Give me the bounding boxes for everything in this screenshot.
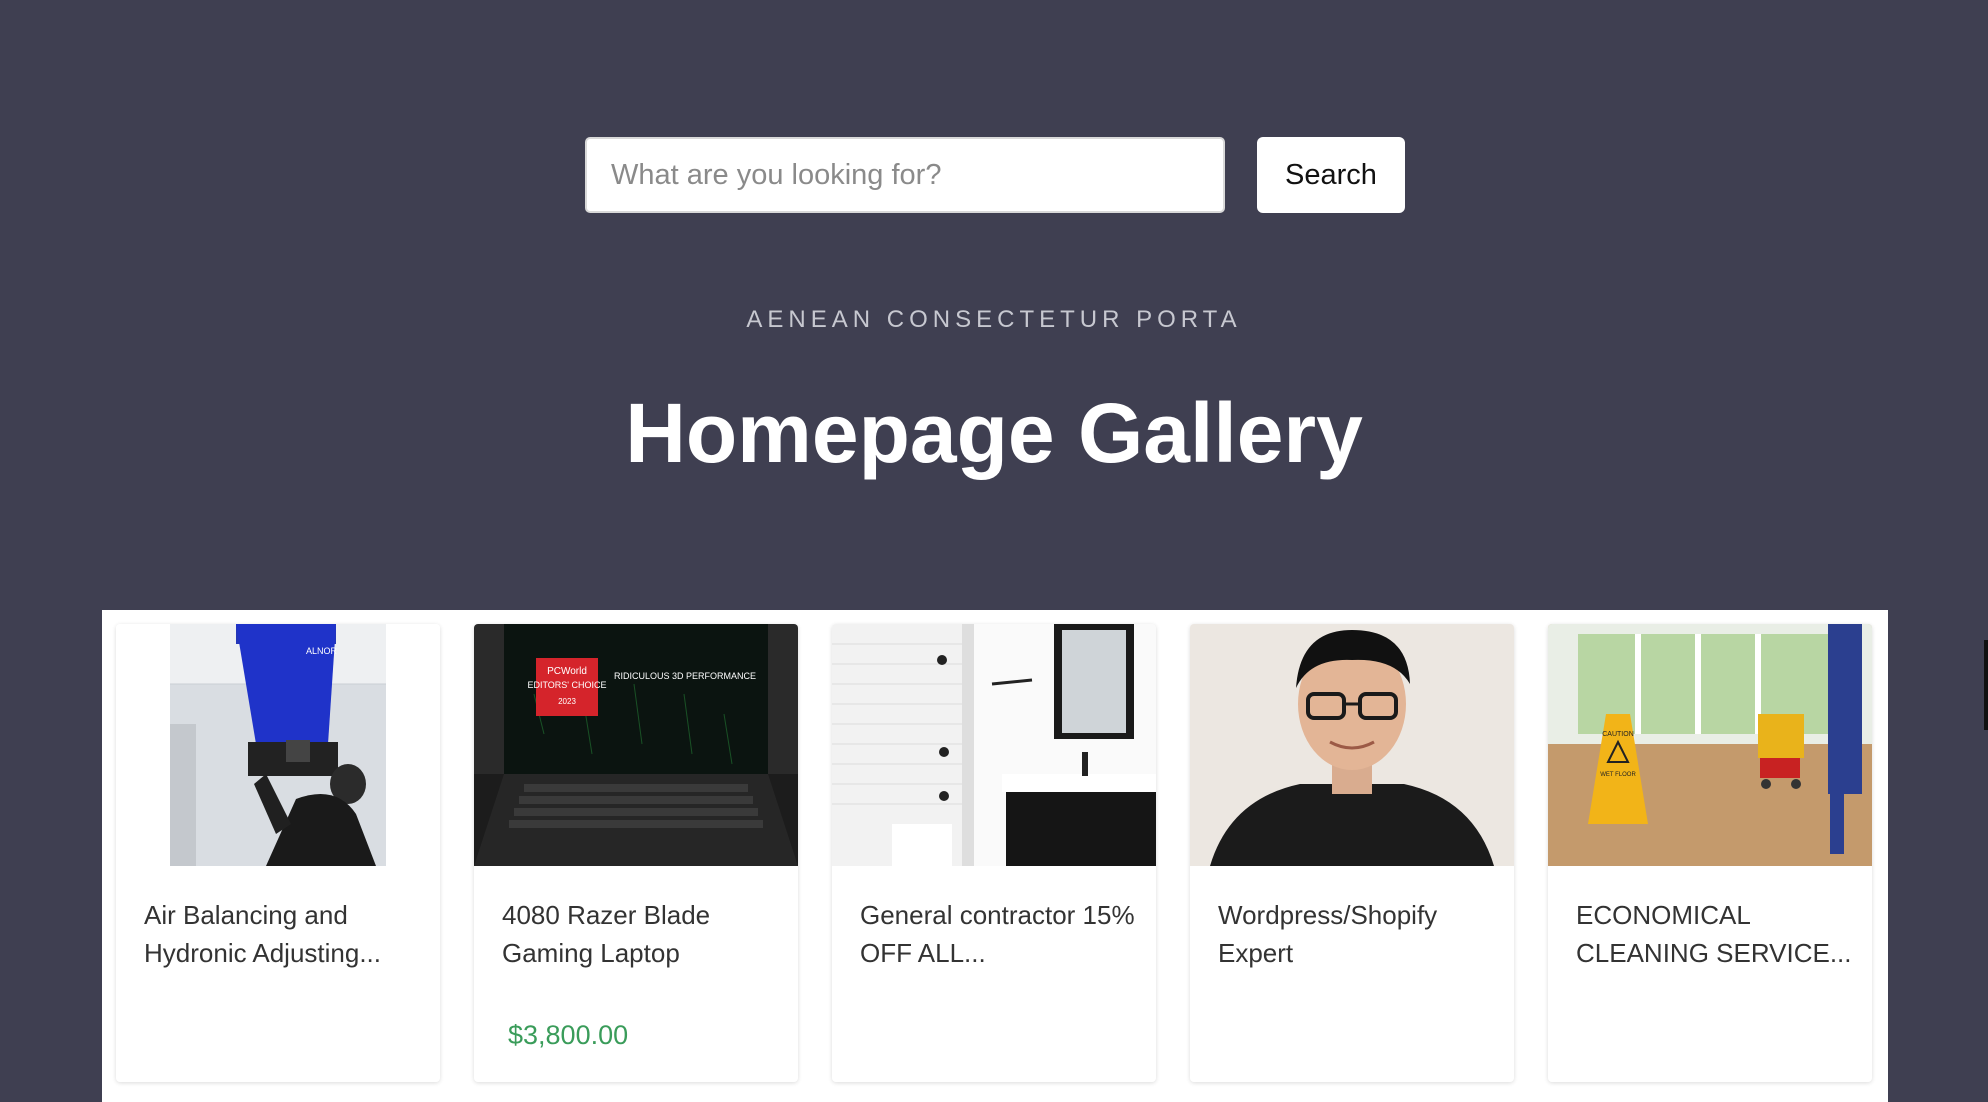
- gallery-cards: ALNOR Air Balancing and Hydronic Adjusti…: [116, 624, 1872, 1082]
- card-image-air-balancing: ALNOR: [116, 624, 440, 866]
- svg-text:2023: 2023: [558, 697, 576, 706]
- card-title: Wordpress/Shopify Expert: [1218, 900, 1438, 968]
- card-price: $3,800.00: [508, 1020, 629, 1050]
- card-title: 4080 Razer Blade Gaming Laptop: [502, 900, 711, 968]
- scroll-indicator: [1984, 640, 1988, 730]
- gallery-card[interactable]: CAUTION WET FLOOR ECONOMICAL CLEANING SE…: [1548, 624, 1872, 1082]
- svg-text:WET FLOOR: WET FLOOR: [1600, 772, 1636, 778]
- hero-eyebrow: AENEAN CONSECTETUR PORTA: [746, 306, 1242, 333]
- search-input[interactable]: [585, 137, 1225, 213]
- card-image-cleaning: CAUTION WET FLOOR: [1548, 624, 1872, 866]
- page: Search AENEAN CONSECTETUR PORTA Homepage…: [0, 0, 1988, 1102]
- svg-text:PCWorld: PCWorld: [547, 666, 587, 677]
- gallery-card[interactable]: PCWorld EDITORS' CHOICE 2023 RIDICULOUS …: [474, 624, 798, 1082]
- svg-text:EDITORS' CHOICE: EDITORS' CHOICE: [527, 680, 606, 690]
- page-title: Homepage Gallery: [625, 386, 1363, 480]
- search-bar: Search: [585, 137, 1405, 213]
- card-image-laptop: PCWorld EDITORS' CHOICE 2023 RIDICULOUS …: [474, 624, 798, 866]
- svg-text:CAUTION: CAUTION: [1602, 731, 1634, 738]
- card-title: General contractor 15% OFF ALL...: [860, 900, 1135, 968]
- gallery-panel: ALNOR Air Balancing and Hydronic Adjusti…: [102, 610, 1888, 1102]
- gallery-card[interactable]: Wordpress/Shopify Expert: [1190, 624, 1514, 1082]
- svg-text:RIDICULOUS 3D PERFORMANCE: RIDICULOUS 3D PERFORMANCE: [614, 671, 756, 681]
- svg-text:ALNOR: ALNOR: [306, 646, 338, 656]
- card-image-bathroom: [832, 624, 1156, 866]
- gallery-card[interactable]: General contractor 15% OFF ALL...: [832, 624, 1156, 1082]
- gallery-card[interactable]: ALNOR Air Balancing and Hydronic Adjusti…: [116, 624, 440, 1082]
- card-image-portrait: [1190, 624, 1514, 866]
- card-title: ECONOMICAL CLEANING SERVICE...: [1576, 900, 1852, 968]
- search-button[interactable]: Search: [1257, 137, 1405, 213]
- card-title: Air Balancing and Hydronic Adjusting...: [144, 900, 382, 968]
